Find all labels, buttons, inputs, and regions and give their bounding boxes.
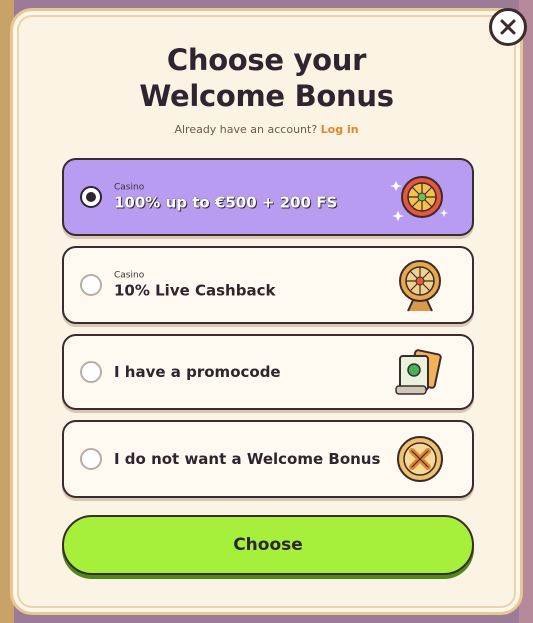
option-label: 10% Live Cashback	[114, 281, 276, 300]
option-category: Casino	[114, 270, 145, 281]
title-line-2: Welcome Bonus	[139, 79, 394, 113]
option-category: Casino	[114, 182, 145, 193]
no-bonus-coin-icon	[397, 436, 443, 482]
radio-selected[interactable]	[80, 186, 102, 208]
option-label: I have a promocode	[114, 363, 281, 381]
close-icon	[500, 19, 516, 35]
modal-title: Choose your Welcome Bonus	[0, 42, 533, 114]
bonus-option-live-cashback[interactable]: Casino 10% Live Cashback	[62, 246, 474, 324]
login-prompt-text: Already have an account?	[174, 123, 318, 136]
radio-unselected[interactable]	[80, 274, 102, 296]
bonus-option-no-bonus[interactable]: I do not want a Welcome Bonus	[62, 420, 474, 498]
login-link[interactable]: Log in	[321, 123, 359, 136]
login-prompt: Already have an account? Log in	[0, 123, 533, 136]
radio-unselected[interactable]	[80, 361, 102, 383]
option-label: I do not want a Welcome Bonus	[114, 450, 381, 468]
promocode-card-icon	[395, 349, 442, 395]
wheel-sparkles-icon	[390, 176, 448, 221]
title-line-1: Choose your	[166, 43, 367, 77]
option-label: 100% up to €500 + 200 FS	[114, 193, 338, 212]
wheel-icon	[399, 260, 441, 312]
bonus-option-casino-500[interactable]: Casino 100% up to €500 + 200 FS	[62, 158, 474, 236]
close-button[interactable]	[489, 8, 527, 46]
radio-unselected[interactable]	[80, 448, 102, 470]
choose-button[interactable]: Choose	[62, 515, 474, 575]
bonus-option-promocode[interactable]: I have a promocode	[62, 334, 474, 410]
